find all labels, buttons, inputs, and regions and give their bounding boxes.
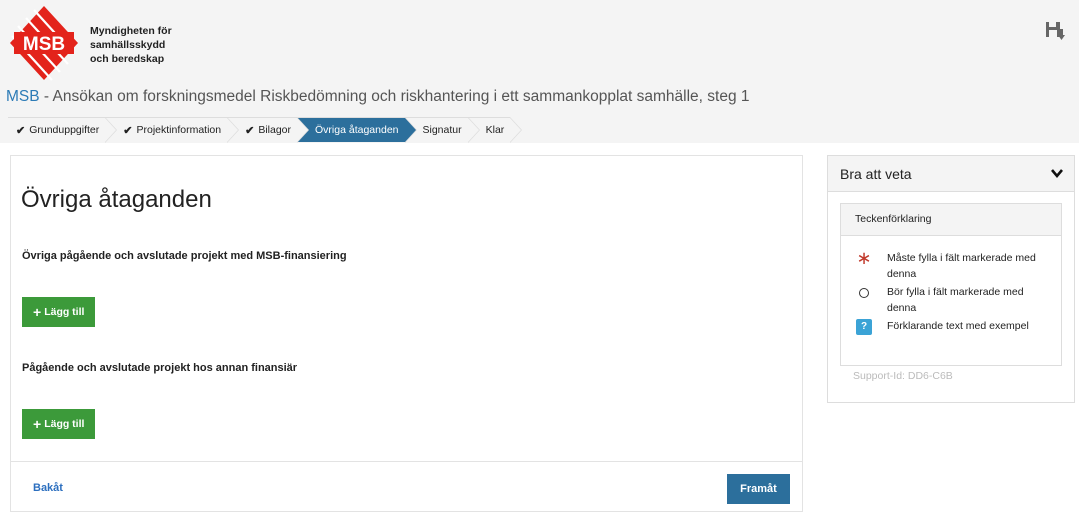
add-other-funder-project-button[interactable]: + Lägg till: [22, 409, 96, 439]
legend-text: Förklarande text med exempel: [887, 320, 1029, 332]
step-label: Bilagor: [258, 124, 292, 136]
form-footer: Bakåt Framåt: [11, 461, 802, 513]
support-id: Support-Id: DD6-C6B: [853, 370, 953, 382]
msb-logo: MSB: [10, 6, 78, 81]
step-label: Projektinformation: [136, 124, 222, 136]
add-button-label: Lägg till: [44, 418, 85, 430]
org-name-line: och beredskap: [90, 53, 165, 65]
step-label: Signatur: [422, 124, 462, 136]
save-download-icon[interactable]: [1044, 20, 1066, 42]
add-msb-project-button[interactable]: + Lägg till: [22, 297, 96, 327]
legend-title: Teckenförklaring: [841, 204, 1061, 236]
required-asterisk-icon: ∗: [856, 248, 872, 268]
header: MSB Myndigheten för samhällsskydd och be…: [0, 0, 1079, 143]
section-label-other-funder-projects: Pågående och avslutade projekt hos annan…: [22, 362, 298, 374]
help-panel: Bra att veta Teckenförklaring ∗ Måste fy…: [827, 155, 1075, 403]
add-button-label: Lägg till: [44, 306, 85, 318]
step-label: Grunduppgifter: [29, 124, 100, 136]
next-button[interactable]: Framåt: [727, 474, 790, 504]
plus-icon: +: [33, 304, 42, 320]
step-ovriga-ataganden[interactable]: Övriga åtaganden: [297, 117, 418, 143]
recommended-circle-icon: [859, 288, 869, 298]
wizard-steps: ✔ Grunduppgifter ✔ Projektinformation ✔ Bil…: [8, 117, 522, 143]
org-name-line: samhällsskydd: [90, 39, 166, 51]
application-title-text: - Ansökan om forskningsmedel Riskbedömni…: [39, 88, 750, 105]
help-panel-title: Bra att veta: [840, 166, 912, 182]
main-panel: Övriga åtaganden Övriga pågående och avs…: [10, 155, 803, 512]
check-icon: ✔: [123, 124, 133, 137]
section-label-msb-projects: Övriga pågående och avslutade projekt me…: [22, 250, 347, 262]
page-title: Övriga åtaganden: [21, 186, 212, 213]
plus-icon: +: [33, 416, 42, 432]
chevron-down-icon: [1051, 169, 1063, 179]
logo-text: MSB: [23, 34, 65, 55]
check-icon: ✔: [16, 124, 26, 137]
legend-item-required: ∗ Måste fylla i fält markerade med denna: [851, 248, 1052, 282]
application-title: MSB - Ansökan om forskningsmedel Riskbed…: [6, 88, 750, 106]
legend-text: Måste fylla i fält markerade med denna: [887, 252, 1036, 280]
back-link[interactable]: Bakåt: [33, 482, 63, 494]
org-name-line: Myndigheten för: [90, 25, 172, 37]
step-projektinformation[interactable]: ✔ Projektinformation: [105, 117, 239, 143]
legend-text: Bör fylla i fält markerade med denna: [887, 286, 1024, 314]
check-icon: ✔: [245, 124, 255, 137]
legend-box: Teckenförklaring ∗ Måste fylla i fält ma…: [840, 203, 1062, 366]
legend-item-help: ? Förklarande text med exempel: [851, 318, 1052, 335]
legend-item-recommended: Bör fylla i fält markerade med denna: [851, 284, 1052, 316]
help-panel-header[interactable]: Bra att veta: [828, 156, 1074, 192]
help-question-icon: ?: [856, 319, 872, 335]
step-label: Klar: [485, 124, 505, 136]
org-name: Myndigheten för samhällsskydd och bereds…: [90, 24, 172, 66]
step-grunduppgifter[interactable]: ✔ Grunduppgifter: [8, 117, 118, 143]
application-title-brand: MSB: [6, 88, 40, 105]
step-label: Övriga åtaganden: [315, 124, 399, 136]
